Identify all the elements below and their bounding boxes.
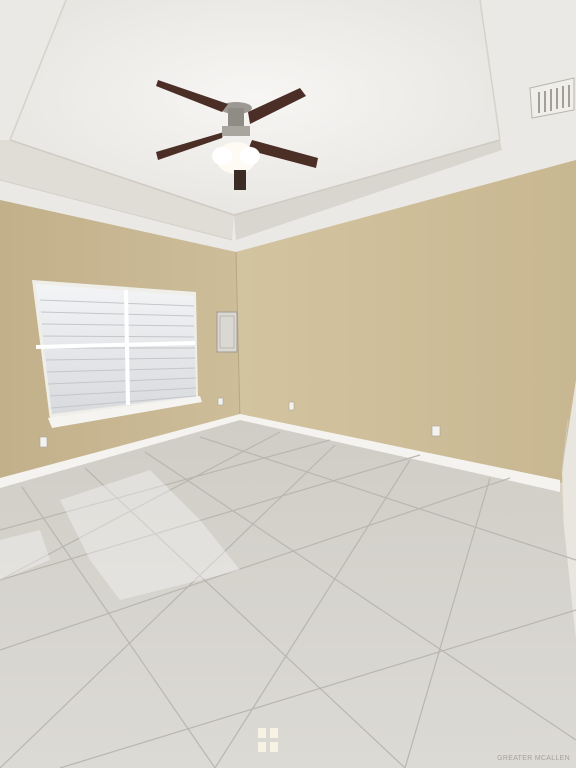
watermark-text: GREATER MCALLEN (497, 755, 570, 762)
window-with-blinds (32, 280, 202, 428)
electrical-panel (216, 311, 238, 353)
outlet-right-wall-2 (431, 425, 441, 437)
outlet-window-wall (217, 397, 224, 406)
room-illustration (0, 0, 576, 768)
room-photo: GREATER MCALLEN (0, 0, 576, 768)
outlet-right-wall-1 (288, 401, 295, 411)
outlet-left-wall (39, 436, 48, 448)
